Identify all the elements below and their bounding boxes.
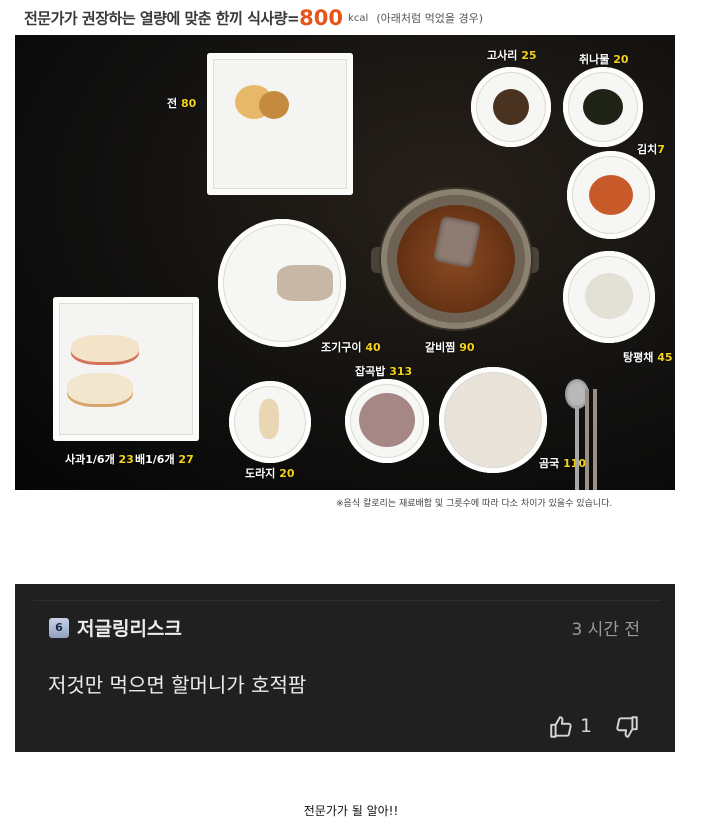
label-fish: 조기구이 40 <box>321 341 381 354</box>
chwinamul-food <box>583 89 623 125</box>
comment-card <box>15 584 675 752</box>
thumbs-down-icon[interactable] <box>614 714 640 740</box>
headline-note: (아래처럼 먹었을 경우) <box>376 12 483 25</box>
fruit-plate <box>53 297 199 441</box>
label-gosari: 고사리 25 <box>487 49 537 62</box>
label-doraji: 도라지 20 <box>245 467 295 480</box>
tangpyeongchae-food <box>585 273 633 319</box>
label-chwinamul: 취나물 20 <box>579 53 629 66</box>
galbijjim-pot <box>381 189 531 329</box>
label-apple: 사과1/6개 23 <box>65 453 134 466</box>
gosari-food <box>493 89 529 125</box>
user-level-badge: 6 <box>49 618 69 638</box>
comment-time: 3 시간 전 <box>571 620 640 640</box>
infographic-headline: 전문가가 권장하는 열량에 맞춘 한끼 식사량=800 kcal (아래처럼 먹… <box>24 6 483 30</box>
kimchi-food <box>589 175 633 215</box>
japgokbap-food <box>359 393 415 447</box>
comment-text: 저것만 먹으면 할머니가 호적팜 <box>48 673 307 697</box>
calorie-footnote: ※음식 칼로리는 재료배합 및 그릇수에 따라 다소 차이가 있을수 있습니다. <box>336 499 613 509</box>
post-caption: 전문가가 될 알아!! <box>303 804 399 818</box>
headline-unit: kcal <box>348 12 369 24</box>
comment-username[interactable]: 저글링리스크 <box>77 614 182 641</box>
doraji-food <box>259 399 279 439</box>
label-gomguk: 곰국 110 <box>539 457 586 470</box>
gomguk-bowl <box>439 367 547 473</box>
label-jeon: 전 80 <box>167 97 197 110</box>
chopstick-right <box>593 389 597 490</box>
meal-photo: 전 80 고사리 25 취나물 20 김치7 조기구이 40 갈비찜 90 탕평… <box>15 35 675 490</box>
spoon-handle <box>575 405 579 490</box>
jeon-plate <box>207 53 353 195</box>
label-tangpyeongchae: 탕평채 45 <box>623 351 673 364</box>
chopstick-left <box>585 389 589 490</box>
label-kimchi: 김치7 <box>637 143 665 156</box>
headline-text: 전문가가 권장하는 열량에 맞춘 한끼 식사량= <box>24 9 300 28</box>
headline-kcal: 800 <box>299 6 343 30</box>
apple-slice <box>71 335 139 365</box>
jeon-food-2 <box>259 91 289 119</box>
label-japgokbap: 잡곡밥 313 <box>355 365 413 378</box>
thumbs-up-icon[interactable] <box>548 714 574 740</box>
label-galbijjim: 갈비찜 90 <box>425 341 475 354</box>
fish-food <box>277 265 333 301</box>
pear-slice <box>67 373 133 407</box>
like-count: 1 <box>580 715 593 737</box>
label-pear: 배1/6개 27 <box>135 453 194 466</box>
